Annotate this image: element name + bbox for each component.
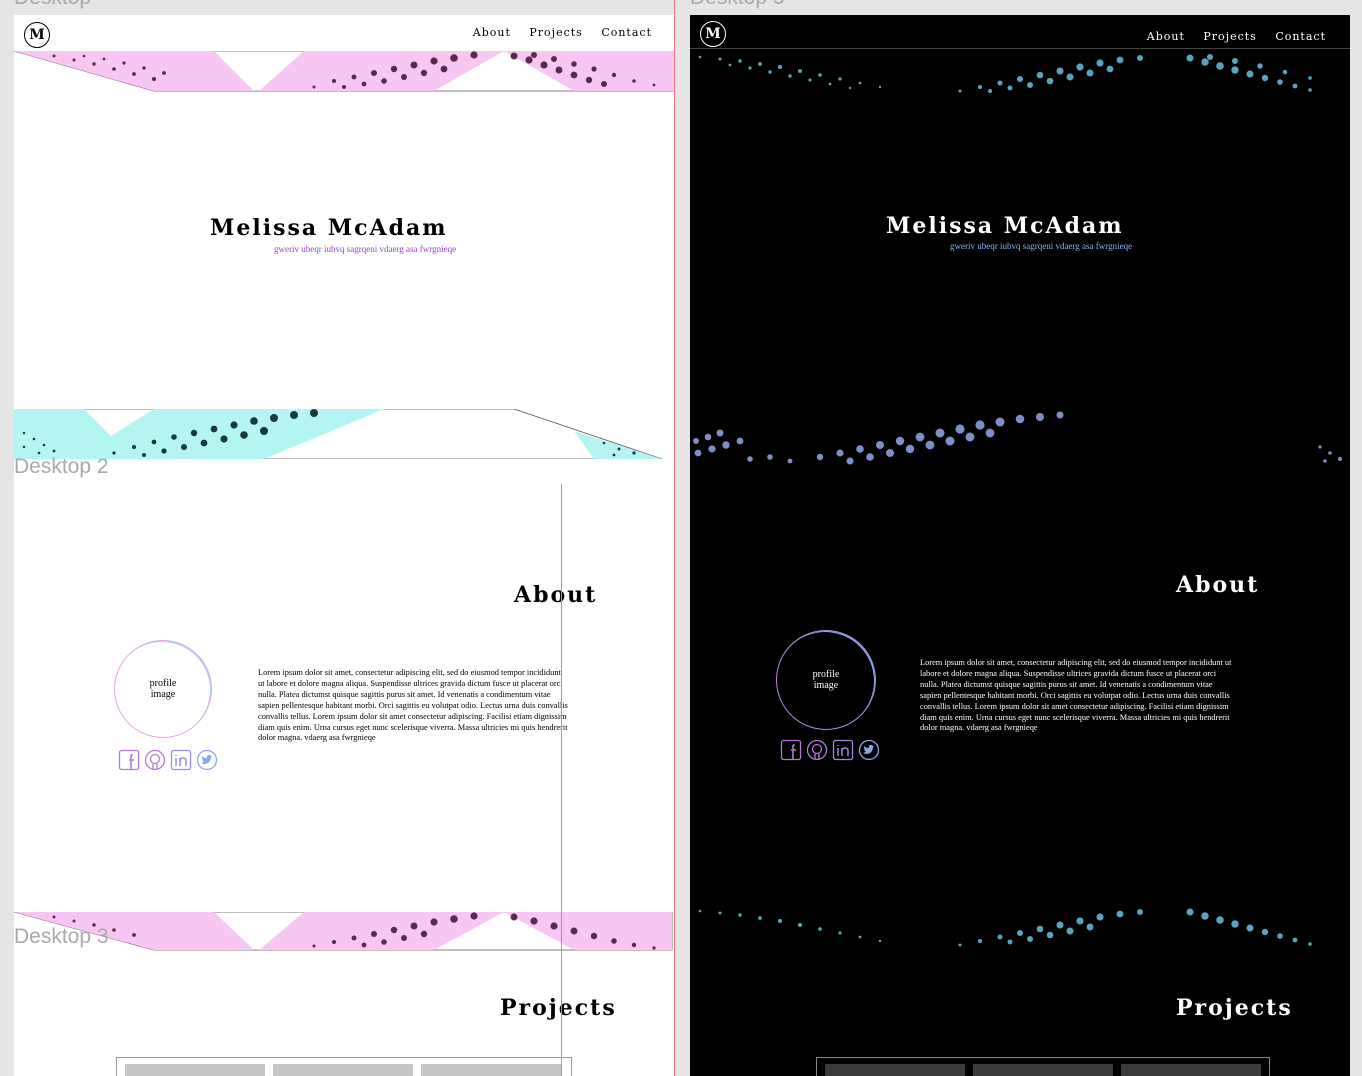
desktop-frame-dark: M About Projects Contact Melissa McAdam … (690, 15, 1350, 1076)
projects-title-dark: Projects (1176, 995, 1293, 1021)
header-divider (690, 48, 1350, 49)
twitter-icon[interactable] (196, 749, 218, 771)
frame-label-desktop-3: Desktop 3 (14, 925, 109, 948)
logo-icon-dark[interactable]: M (700, 21, 726, 47)
frame-label-desktop: Desktop (14, 0, 91, 10)
project-card[interactable] (825, 1064, 965, 1076)
hero-name: Melissa McAdam (210, 215, 448, 241)
twitter-icon[interactable] (858, 739, 880, 761)
about-title-dark: About (1176, 572, 1260, 598)
hero-tagline: gweriv ubeqr iubvq sagrqeni vdaerg asa f… (274, 244, 457, 254)
social-links (118, 749, 218, 771)
layout-guide-line (674, 0, 675, 1076)
nav-projects-link[interactable]: Projects (529, 26, 582, 39)
nav-contact-link[interactable]: Contact (1275, 30, 1326, 43)
profile-image-dark: profile image (776, 630, 876, 730)
pink-dot-banner-2 (14, 912, 673, 951)
github-icon[interactable] (144, 749, 166, 771)
project-card[interactable] (273, 1064, 413, 1076)
about-body-text: Lorem ipsum dolor sit amet, consectetur … (258, 668, 568, 743)
github-icon[interactable] (806, 739, 828, 761)
facebook-icon[interactable] (118, 749, 140, 771)
pink-dot-banner (14, 51, 674, 92)
linkedin-icon[interactable] (170, 749, 192, 771)
nav-projects-link[interactable]: Projects (1203, 30, 1256, 43)
hero-name-dark: Melissa McAdam (886, 213, 1124, 239)
facebook-icon[interactable] (780, 739, 802, 761)
main-nav: About Projects Contact (459, 26, 652, 39)
about-title: About (514, 582, 598, 608)
social-links-dark (780, 739, 880, 761)
teal-dot-banner (698, 54, 1312, 93)
project-card[interactable] (421, 1064, 561, 1076)
nav-about-link[interactable]: About (1147, 30, 1185, 43)
frame-label-desktop-2: Desktop 2 (14, 455, 109, 478)
frame-label-desktop-5: Desktop 5 (690, 0, 785, 10)
desktop-frame-light: M About Projects Contact Melissa McAdam … (14, 15, 674, 1076)
project-card[interactable] (973, 1064, 1113, 1076)
linkedin-icon[interactable] (832, 739, 854, 761)
blue-dot-banner (693, 411, 1342, 465)
about-body-text-dark: Lorem ipsum dolor sit amet, consectetur … (920, 658, 1232, 733)
teal-dot-banner-2 (698, 908, 1312, 947)
main-nav-dark: About Projects Contact (1133, 30, 1326, 43)
project-cards-container-dark (816, 1057, 1270, 1076)
cyan-dot-banner (14, 409, 663, 459)
layout-guide-line (561, 484, 562, 1076)
project-card[interactable] (125, 1064, 265, 1076)
hero-tagline-dark: gweriv ubeqr iubvq sagrqeni vdaerg asa f… (950, 241, 1133, 251)
nav-about-link[interactable]: About (473, 26, 511, 39)
profile-image: profile image (114, 640, 212, 738)
logo-icon[interactable]: M (24, 22, 50, 48)
projects-title: Projects (500, 995, 617, 1021)
project-cards-container (116, 1057, 572, 1076)
nav-contact-link[interactable]: Contact (601, 26, 652, 39)
project-card[interactable] (1121, 1064, 1261, 1076)
